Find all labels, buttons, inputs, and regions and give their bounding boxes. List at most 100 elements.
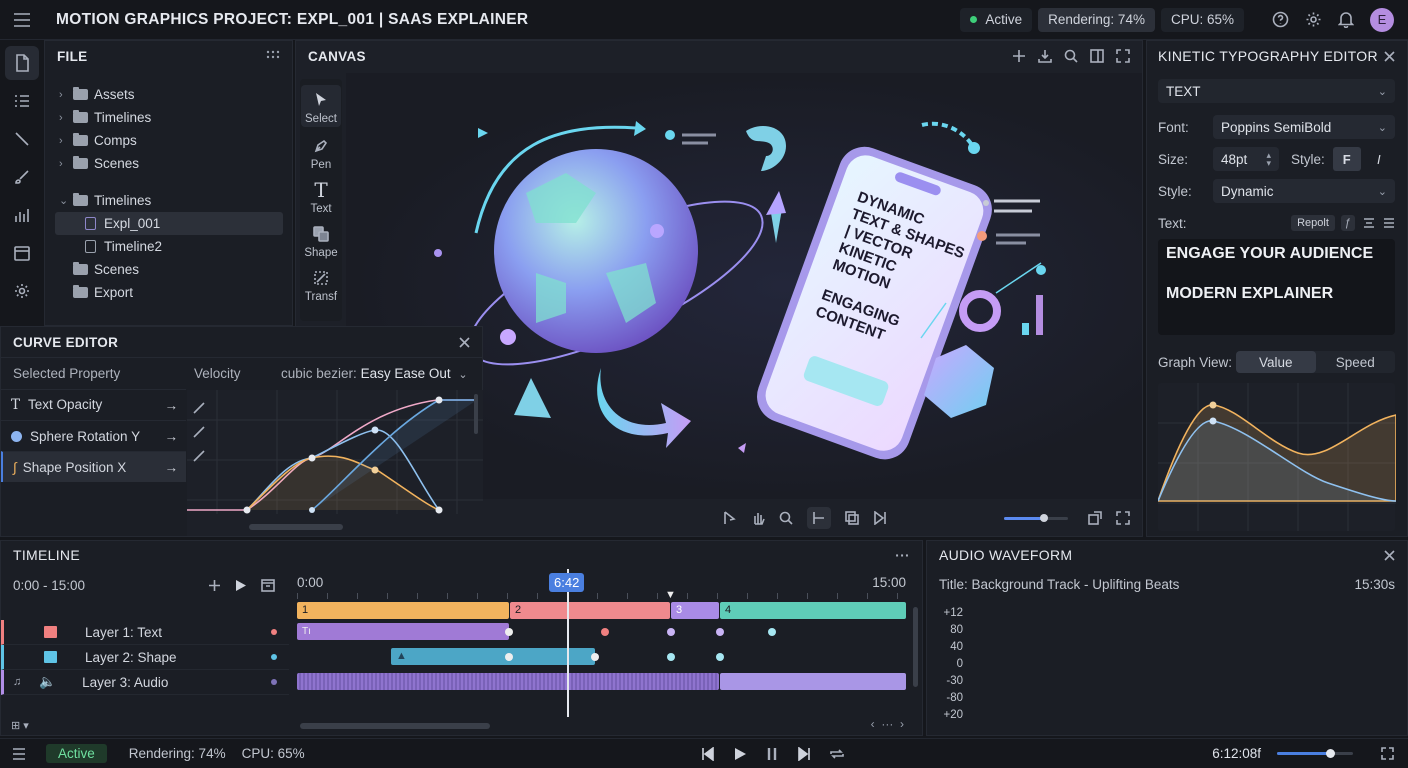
tangent-icon[interactable] xyxy=(193,426,205,438)
layer-options-icon[interactable]: ⊞ ▾ xyxy=(11,719,29,732)
keyframe[interactable] xyxy=(716,653,724,661)
plus-icon[interactable] xyxy=(1012,49,1026,63)
hand-icon[interactable] xyxy=(751,507,765,529)
play-icon[interactable] xyxy=(235,579,247,592)
help-icon[interactable] xyxy=(1272,11,1289,28)
tree-item-scenes-sub[interactable]: Scenes xyxy=(59,258,282,281)
fullscreen-icon[interactable] xyxy=(1381,747,1394,760)
curve-graph[interactable] xyxy=(187,390,483,536)
tangent-icon[interactable] xyxy=(193,402,205,414)
render-icon[interactable] xyxy=(261,578,275,592)
frame-select-icon[interactable] xyxy=(807,507,831,529)
window-rail-button[interactable] xyxy=(5,236,39,270)
settings-rail-button[interactable] xyxy=(5,274,39,308)
tool-text[interactable]: T Text xyxy=(301,177,341,215)
tool-transform[interactable]: Transf xyxy=(301,265,341,303)
tree-item-export[interactable]: Export xyxy=(59,281,282,304)
split-view-icon[interactable] xyxy=(1090,49,1104,63)
fullscreen-icon[interactable] xyxy=(1116,49,1130,63)
notifications-bell-icon[interactable] xyxy=(1338,11,1354,28)
keyframe[interactable] xyxy=(667,653,675,661)
canvas-zoom-slider[interactable] xyxy=(1004,513,1068,522)
keyframe[interactable] xyxy=(591,653,599,661)
easing-select[interactable]: cubic bezier: Easy Ease Out ⌄ xyxy=(281,366,468,381)
zoom-slider-knob[interactable] xyxy=(1039,513,1048,522)
tangent-icon[interactable] xyxy=(193,450,205,462)
tree-item-timelines[interactable]: › Timelines xyxy=(59,106,282,129)
more-options-icon[interactable]: ··· xyxy=(895,547,910,563)
tree-item-assets[interactable]: › Assets xyxy=(59,83,282,106)
timeline-hscrollbar[interactable] xyxy=(300,723,490,729)
text-section-select[interactable]: TEXT ⌄ xyxy=(1158,79,1395,103)
zoom-icon[interactable] xyxy=(779,507,793,529)
speed-graph[interactable] xyxy=(1156,383,1397,531)
graph-speed-tab[interactable]: Speed xyxy=(1316,351,1396,373)
tree-item-timeline2[interactable]: Timeline2 xyxy=(59,235,282,258)
user-avatar[interactable]: E xyxy=(1370,7,1394,32)
style-select[interactable]: Dynamic ⌄ xyxy=(1213,179,1395,203)
layer-row-shape[interactable]: Layer 2: Shape xyxy=(1,645,289,670)
shape-layer-clip[interactable]: ▲ xyxy=(391,648,595,665)
keyframe[interactable] xyxy=(716,628,724,636)
keyframe[interactable] xyxy=(667,628,675,636)
timeline-vscrollbar[interactable] xyxy=(913,607,918,687)
line-tool-rail-button[interactable] xyxy=(5,122,39,156)
volume-slider-knob[interactable] xyxy=(1326,749,1336,758)
font-select[interactable]: Poppins SemiBold ⌄ xyxy=(1213,115,1395,139)
italic-toggle[interactable]: I xyxy=(1365,147,1393,171)
text-fx-icon[interactable]: ƒ xyxy=(1340,215,1355,231)
graph-value-tab[interactable]: Value xyxy=(1236,351,1316,373)
list-rail-button[interactable] xyxy=(5,84,39,118)
stats-rail-button[interactable] xyxy=(5,198,39,232)
volume-slider[interactable] xyxy=(1277,749,1353,758)
text-layer-clip[interactable]: Tı xyxy=(297,623,509,640)
keyframe[interactable] xyxy=(505,628,513,636)
repolt-button[interactable]: Repolt xyxy=(1291,215,1335,231)
settings-gear-icon[interactable] xyxy=(1305,11,1322,28)
timeline-tracks[interactable]: 0:00 15:00 1 2 3 4 Tı ▲ ▼ 6:42 ‹ ··· › xyxy=(290,569,922,735)
tool-select[interactable]: Select xyxy=(301,85,341,127)
segment-3[interactable]: 3 xyxy=(671,602,719,619)
pause-icon[interactable] xyxy=(765,747,779,761)
close-icon[interactable] xyxy=(1384,50,1395,62)
property-sphere-rotation[interactable]: Sphere Rotation Y → xyxy=(1,420,186,451)
text-content-area[interactable]: ENGAGE YOUR AUDIENCE MODERN EXPLAINER xyxy=(1158,239,1395,335)
tree-item-scenes[interactable]: › Scenes xyxy=(59,152,282,175)
layer-row-text[interactable]: Layer 1: Text xyxy=(1,620,289,645)
tree-item-expl-001[interactable]: Expl_001 xyxy=(55,212,283,235)
align-justify-icon[interactable] xyxy=(1383,217,1395,229)
waveform-display[interactable] xyxy=(967,609,1397,719)
keyframe[interactable] xyxy=(505,653,513,661)
play-icon[interactable] xyxy=(733,747,747,761)
select-arrow-icon[interactable] xyxy=(723,507,737,529)
keyframe[interactable] xyxy=(601,628,609,636)
snapshot-icon[interactable] xyxy=(1088,511,1102,525)
tree-item-timelines-expanded[interactable]: ⌄ Timelines xyxy=(59,189,282,212)
download-icon[interactable] xyxy=(1038,49,1052,63)
segment-2[interactable]: 2 xyxy=(510,602,670,619)
audio-layer-clip-end[interactable] xyxy=(720,673,906,690)
file-rail-button[interactable] xyxy=(5,46,39,80)
tree-item-comps[interactable]: › Comps xyxy=(59,129,282,152)
keyframe[interactable] xyxy=(768,628,776,636)
list-icon[interactable] xyxy=(12,747,26,760)
skip-end-icon[interactable] xyxy=(873,507,887,529)
close-icon[interactable] xyxy=(459,336,470,348)
tool-shape[interactable]: Shape xyxy=(301,221,341,259)
size-stepper[interactable]: 48pt ▴ ▾ xyxy=(1213,147,1279,171)
zoom-icon[interactable] xyxy=(1064,49,1078,63)
grid-dots-icon[interactable] xyxy=(266,49,280,63)
skip-forward-icon[interactable] xyxy=(797,746,811,761)
marker-triangle-icon[interactable]: ▼ xyxy=(665,589,676,601)
loop-icon[interactable] xyxy=(829,747,845,761)
close-icon[interactable] xyxy=(1384,549,1395,561)
bold-toggle[interactable]: F xyxy=(1332,147,1361,171)
add-layer-icon[interactable] xyxy=(208,579,221,592)
scroll-controls[interactable]: ‹ ··· › xyxy=(871,717,904,731)
property-text-opacity[interactable]: T Text Opacity → xyxy=(1,389,186,420)
brush-rail-button[interactable] xyxy=(5,160,39,194)
align-center-icon[interactable] xyxy=(1363,217,1375,229)
tool-pen[interactable]: Pen xyxy=(301,133,341,171)
layer-row-audio[interactable]: ♫ 🔈 Layer 3: Audio xyxy=(1,670,289,695)
audio-layer-clip[interactable] xyxy=(297,673,719,690)
